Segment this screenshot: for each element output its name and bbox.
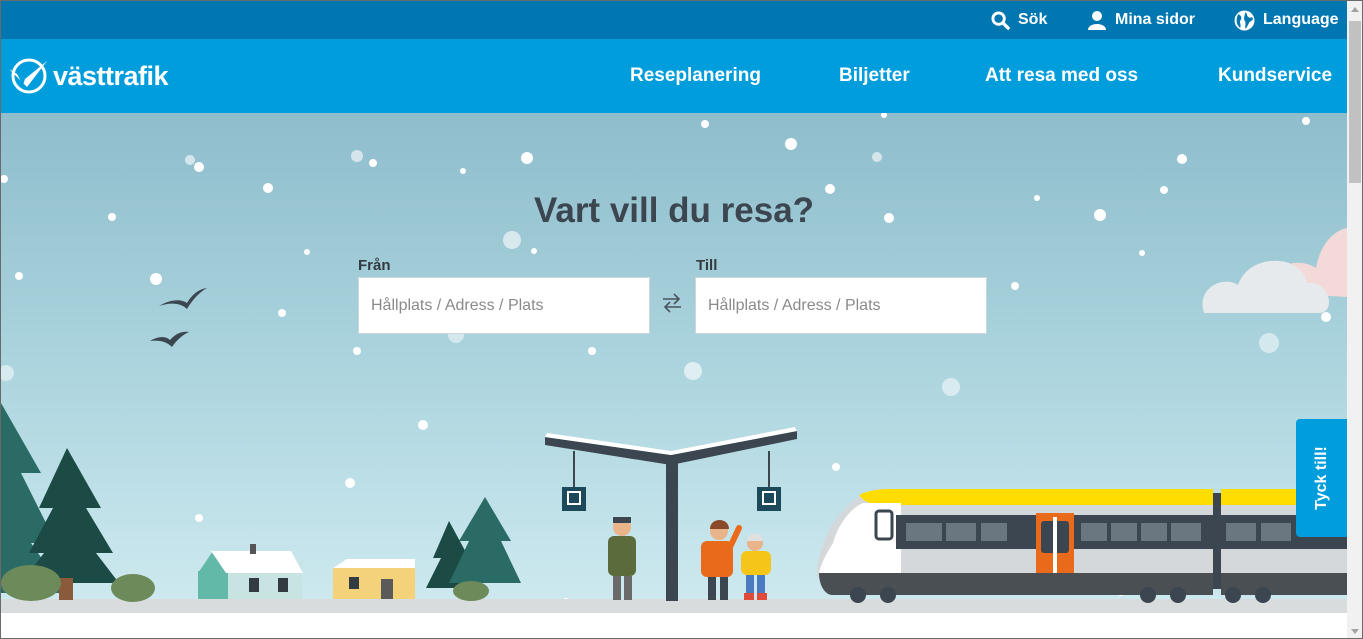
houses <box>198 544 415 599</box>
globe-icon <box>1234 10 1255 30</box>
birds <box>150 288 207 347</box>
language-label: Language <box>1263 11 1339 28</box>
search-link[interactable]: Sök <box>991 1 1047 39</box>
page-scrollbar[interactable] <box>1347 1 1362 638</box>
browser-viewport: Sök Mina sidor Language västtrafik Resep… <box>0 0 1363 639</box>
to-label: Till <box>696 257 718 274</box>
trees-left <box>1 403 155 602</box>
swap-arrows-icon <box>663 293 681 313</box>
brand-name: västtrafik <box>53 60 169 91</box>
feedback-tab[interactable]: Tyck till! <box>1296 419 1347 537</box>
winter-illustration <box>1 113 1347 613</box>
utility-bar: Sök Mina sidor Language <box>1 1 1347 39</box>
from-input[interactable] <box>358 277 650 334</box>
train <box>817 489 1347 603</box>
logo-icon <box>9 58 47 94</box>
scrollbar-thumb[interactable] <box>1349 21 1361 183</box>
user-icon <box>1088 11 1106 30</box>
nav-biljetter[interactable]: Biljetter <box>839 65 910 87</box>
search-icon <box>991 10 1010 30</box>
hero-title: Vart vill du resa? <box>533 191 815 230</box>
my-pages-link[interactable]: Mina sidor <box>1087 1 1195 39</box>
to-input[interactable] <box>695 277 987 334</box>
hero-section: Vart vill du resa? Från Till <box>1 113 1347 613</box>
main-navigation: västtrafik Reseplanering Biljetter Att r… <box>1 39 1347 113</box>
language-link[interactable]: Language <box>1234 1 1339 39</box>
my-pages-label: Mina sidor <box>1115 11 1196 28</box>
nav-reseplanering[interactable]: Reseplanering <box>630 65 761 87</box>
from-label: Från <box>358 257 391 274</box>
people <box>608 517 771 600</box>
feedback-label: Tyck till! <box>1312 446 1330 510</box>
vasttrafik-logo[interactable]: västtrafik <box>7 57 169 95</box>
nav-att-resa-med-oss[interactable]: Att resa med oss <box>985 65 1138 87</box>
trees-middle <box>426 497 521 601</box>
scroll-down-icon[interactable] <box>1351 629 1359 634</box>
clouds <box>1202 228 1347 313</box>
swap-button[interactable] <box>661 291 683 315</box>
nav-kundservice[interactable]: Kundservice <box>1218 65 1332 87</box>
scroll-up-icon[interactable] <box>1351 7 1359 12</box>
search-label: Sök <box>1018 11 1048 28</box>
